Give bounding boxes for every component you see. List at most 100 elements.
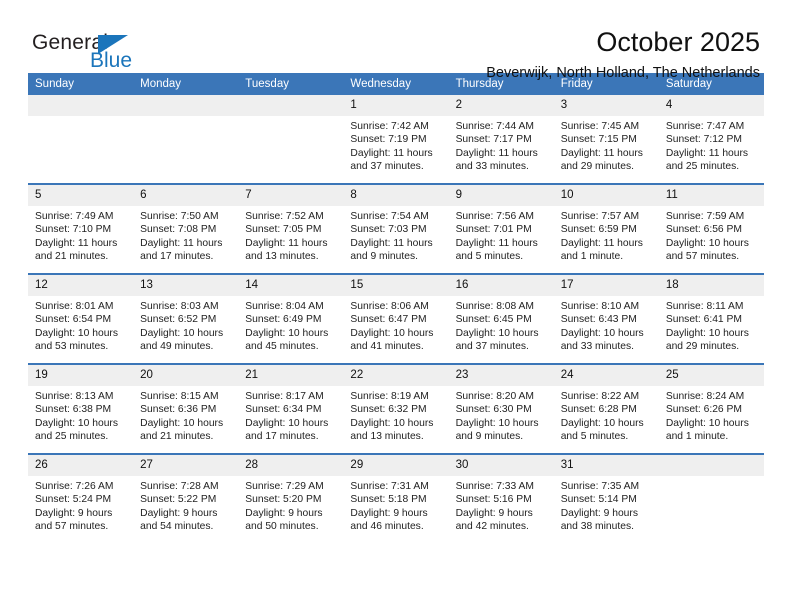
calendar-day-cell[interactable]: 5 Sunrise: 7:49 AM Sunset: 7:10 PM Daylight…: [28, 183, 134, 274]
daylight-text-line1: Daylight: 10 hours: [665, 237, 749, 249]
daylight-text-line2: and 49 minutes.: [140, 341, 214, 353]
day-details: Sunrise: 7:54 AM Sunset: 7:03 PM Daylight:…: [343, 206, 448, 264]
daylight-text-line2: and 42 minutes.: [455, 521, 529, 533]
daylight-text-line2: and 17 minutes.: [245, 431, 319, 443]
daylight-text-line2: and 1 minute.: [560, 251, 624, 263]
sunset-text: Sunset: 5:18 PM: [350, 494, 427, 506]
day-number: [28, 95, 134, 116]
calendar-day-cell-empty: [133, 95, 239, 184]
calendar-day-cell[interactable]: 29 Sunrise: 7:31 AM Sunset: 5:18 PM Dayligh…: [343, 453, 449, 543]
calendar-day-cell[interactable]: 2 Sunrise: 7:44 AM Sunset: 7:17 PM Daylight…: [448, 95, 554, 184]
calendar-day-cell[interactable]: 14 Sunrise: 8:04 AM Sunset: 6:49 PM Dayligh…: [238, 273, 344, 364]
sunset-text: Sunset: 5:24 PM: [35, 494, 112, 506]
calendar-day-cell[interactable]: 20 Sunrise: 8:15 AM Sunset: 6:36 PM Dayligh…: [133, 363, 239, 454]
sunrise-text: Sunrise: 8:24 AM: [665, 391, 745, 402]
calendar-day-cell[interactable]: 26 Sunrise: 7:26 AM Sunset: 5:24 PM Dayligh…: [28, 453, 134, 543]
daylight-text-line1: Daylight: 10 hours: [35, 327, 118, 339]
daylight-text-line2: and 33 minutes.: [455, 161, 529, 173]
weekday-header-tuesday: Tuesday: [238, 73, 344, 95]
calendar-day-cell[interactable]: 18 Sunrise: 8:11 AM Sunset: 6:41 PM Dayligh…: [658, 273, 764, 364]
calendar-week-row: 12 Sunrise: 8:01 AM Sunset: 6:54 PM Dayligh…: [28, 273, 764, 364]
daylight-text-line1: Daylight: 10 hours: [35, 417, 118, 429]
sunrise-sunset-calendar: Sunday Monday Tuesday Wednesday Thursday…: [28, 73, 764, 543]
day-number: 13: [133, 275, 239, 296]
calendar-day-cell[interactable]: 21 Sunrise: 8:17 AM Sunset: 6:34 PM Dayligh…: [238, 363, 344, 454]
calendar-day-cell[interactable]: 6 Sunrise: 7:50 AM Sunset: 7:08 PM Daylight…: [133, 183, 239, 274]
calendar-day-cell[interactable]: 13 Sunrise: 8:03 AM Sunset: 6:52 PM Dayligh…: [133, 273, 239, 364]
daylight-text-line2: and 5 minutes.: [560, 431, 629, 443]
calendar-day-cell[interactable]: 9 Sunrise: 7:56 AM Sunset: 7:01 PM Daylight…: [448, 183, 554, 274]
calendar-day-cell[interactable]: 1 Sunrise: 7:42 AM Sunset: 7:19 PM Daylight…: [343, 95, 449, 184]
calendar-day-cell[interactable]: 17 Sunrise: 8:10 AM Sunset: 6:43 PM Dayligh…: [553, 273, 659, 364]
calendar-day-cell[interactable]: 10 Sunrise: 7:57 AM Sunset: 6:59 PM Dayligh…: [553, 183, 659, 274]
daylight-text-line2: and 54 minutes.: [140, 521, 214, 533]
sunset-text: Sunset: 6:52 PM: [140, 314, 217, 326]
calendar-body: 1 Sunrise: 7:42 AM Sunset: 7:19 PM Daylight…: [28, 95, 764, 543]
sunset-text: Sunset: 6:49 PM: [245, 314, 322, 326]
day-number: [658, 455, 764, 476]
day-details: Sunrise: 7:31 AM Sunset: 5:18 PM Daylight:…: [343, 476, 448, 534]
day-number: 4: [658, 95, 764, 116]
day-details: Sunrise: 7:29 AM Sunset: 5:20 PM Daylight:…: [238, 476, 343, 534]
sunrise-text: Sunrise: 7:33 AM: [455, 481, 534, 492]
sunset-text: Sunset: 6:54 PM: [35, 314, 112, 326]
day-number: 18: [658, 275, 764, 296]
daylight-text-line1: Daylight: 10 hours: [140, 417, 224, 429]
daylight-text-line1: Daylight: 10 hours: [455, 327, 539, 339]
day-number: [238, 95, 344, 116]
calendar-day-cell[interactable]: 25 Sunrise: 8:24 AM Sunset: 6:26 PM Dayligh…: [658, 363, 764, 454]
day-number: [133, 95, 239, 116]
day-number: 17: [553, 275, 659, 296]
calendar-day-cell[interactable]: 27 Sunrise: 7:28 AM Sunset: 5:22 PM Dayligh…: [133, 453, 239, 543]
calendar-day-cell[interactable]: 11 Sunrise: 7:59 AM Sunset: 6:56 PM Dayligh…: [658, 183, 764, 274]
calendar-day-cell[interactable]: 24 Sunrise: 8:22 AM Sunset: 6:28 PM Dayligh…: [553, 363, 659, 454]
sunset-text: Sunset: 7:12 PM: [665, 134, 742, 146]
sunrise-text: Sunrise: 7:31 AM: [350, 481, 429, 492]
calendar-day-cell[interactable]: 28 Sunrise: 7:29 AM Sunset: 5:20 PM Dayligh…: [238, 453, 344, 543]
sunset-text: Sunset: 6:56 PM: [665, 224, 742, 236]
calendar-day-cell[interactable]: 4 Sunrise: 7:47 AM Sunset: 7:12 PM Daylight…: [658, 95, 764, 184]
title-block: October 2025 Beverwijk, North Holland, T…: [486, 26, 760, 82]
calendar-day-cell[interactable]: 3 Sunrise: 7:45 AM Sunset: 7:15 PM Daylight…: [553, 95, 659, 184]
calendar-day-cell[interactable]: 8 Sunrise: 7:54 AM Sunset: 7:03 PM Daylight…: [343, 183, 449, 274]
daylight-text-line1: Daylight: 10 hours: [350, 327, 434, 339]
calendar-day-cell[interactable]: 31 Sunrise: 7:35 AM Sunset: 5:14 PM Dayligh…: [553, 453, 659, 543]
calendar-day-cell[interactable]: 7 Sunrise: 7:52 AM Sunset: 7:05 PM Daylight…: [238, 183, 344, 274]
calendar-day-cell[interactable]: 19 Sunrise: 8:13 AM Sunset: 6:38 PM Dayligh…: [28, 363, 134, 454]
calendar-day-cell[interactable]: 23 Sunrise: 8:20 AM Sunset: 6:30 PM Dayligh…: [448, 363, 554, 454]
calendar-day-cell-empty: [238, 95, 344, 184]
daylight-text-line2: and 21 minutes.: [35, 251, 109, 263]
sunrise-text: Sunrise: 7:45 AM: [560, 121, 640, 132]
daylight-text-line1: Daylight: 11 hours: [140, 237, 223, 249]
daylight-text-line1: Daylight: 9 hours: [560, 507, 638, 519]
daylight-text-line1: Daylight: 10 hours: [560, 417, 644, 429]
day-details: Sunrise: 7:57 AM Sunset: 6:59 PM Daylight:…: [554, 206, 659, 264]
calendar-day-cell[interactable]: 16 Sunrise: 8:08 AM Sunset: 6:45 PM Dayligh…: [448, 273, 554, 364]
day-details: Sunrise: 7:47 AM Sunset: 7:12 PM Daylight:…: [659, 116, 764, 174]
sunrise-text: Sunrise: 7:29 AM: [245, 481, 324, 492]
general-blue-logo: General Blue: [32, 32, 212, 82]
day-number: 9: [448, 185, 554, 206]
daylight-text-line2: and 25 minutes.: [665, 161, 740, 173]
daylight-text-line2: and 38 minutes.: [560, 521, 634, 533]
calendar-day-cell[interactable]: 22 Sunrise: 8:19 AM Sunset: 6:32 PM Dayligh…: [343, 363, 449, 454]
day-number: 3: [553, 95, 659, 116]
sunrise-text: Sunrise: 7:50 AM: [140, 211, 219, 222]
calendar-day-cell[interactable]: 15 Sunrise: 8:06 AM Sunset: 6:47 PM Dayligh…: [343, 273, 449, 364]
day-details: Sunrise: 8:11 AM Sunset: 6:41 PM Daylight:…: [659, 296, 764, 354]
day-number: 20: [133, 365, 239, 386]
day-details: Sunrise: 8:15 AM Sunset: 6:36 PM Daylight:…: [133, 386, 238, 444]
calendar-day-cell[interactable]: 30 Sunrise: 7:33 AM Sunset: 5:16 PM Dayligh…: [448, 453, 554, 543]
day-number: 30: [448, 455, 554, 476]
daylight-text-line2: and 53 minutes.: [35, 341, 109, 353]
day-details: Sunrise: 8:20 AM Sunset: 6:30 PM Daylight:…: [449, 386, 554, 444]
daylight-text-line2: and 45 minutes.: [245, 341, 319, 353]
day-number: 10: [553, 185, 659, 206]
daylight-text-line1: Daylight: 9 hours: [350, 507, 428, 519]
calendar-day-cell[interactable]: 12 Sunrise: 8:01 AM Sunset: 6:54 PM Dayligh…: [28, 273, 134, 364]
sunset-text: Sunset: 6:38 PM: [35, 404, 112, 416]
sunrise-text: Sunrise: 8:08 AM: [455, 301, 534, 312]
sunset-text: Sunset: 7:17 PM: [455, 134, 532, 146]
day-details: Sunrise: 7:26 AM Sunset: 5:24 PM Daylight:…: [28, 476, 133, 534]
sunrise-text: Sunrise: 8:11 AM: [665, 301, 744, 312]
